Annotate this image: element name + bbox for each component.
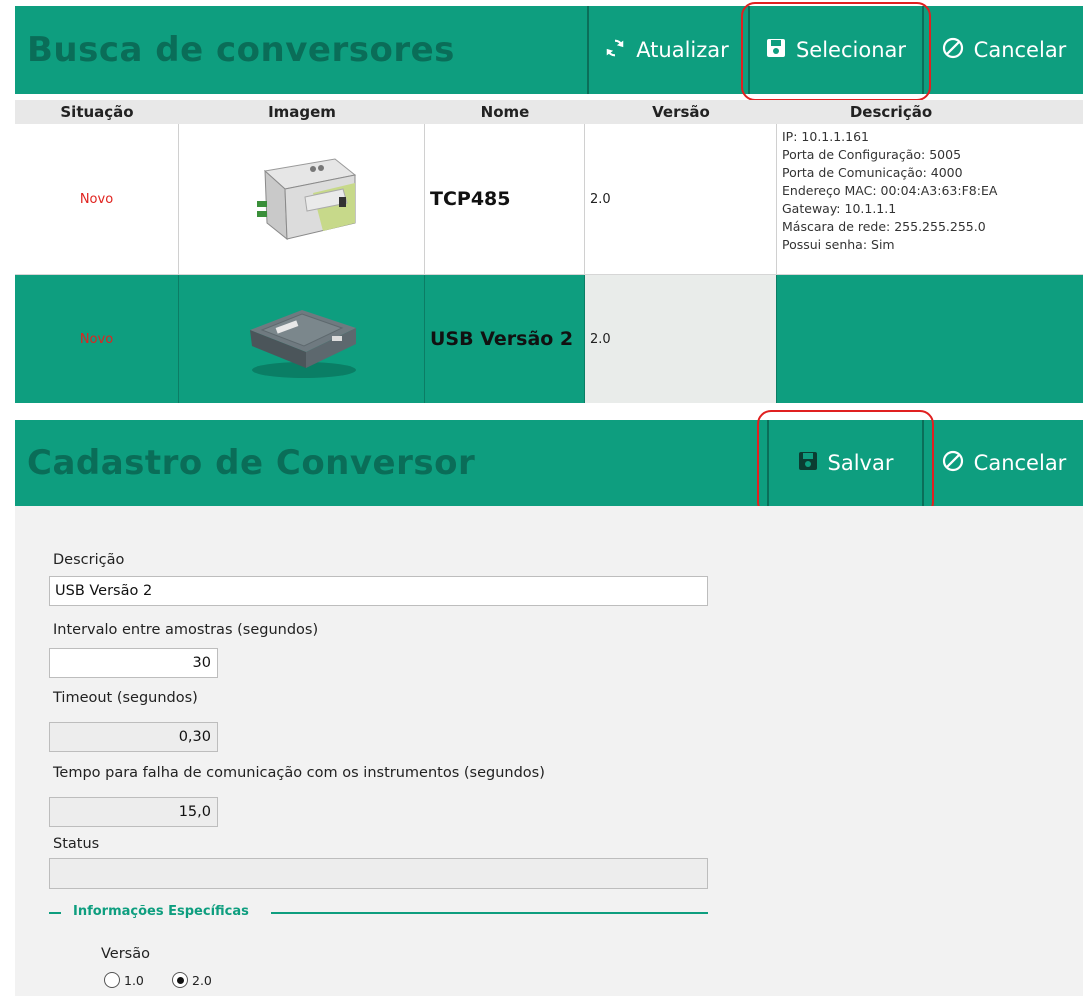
save-button[interactable]: Salvar: [767, 420, 924, 506]
select-label: Selecionar: [795, 38, 907, 62]
specific-info-legend: Informações Específicas: [73, 904, 249, 919]
converter-version: 2.0: [585, 124, 777, 274]
column-header[interactable]: Situação: [15, 100, 179, 124]
cancel-label: Cancelar: [973, 451, 1067, 475]
description-line: Endereço MAC: 00:04:A3:63:F8:EA: [782, 183, 998, 198]
radio-checked-icon: [172, 972, 188, 988]
version-label: Versão: [101, 946, 150, 962]
timeout-label: Timeout (segundos): [53, 690, 198, 706]
sample-interval-label: Intervalo entre amostras (segundos): [53, 622, 319, 638]
converter-image: [179, 124, 425, 274]
cancel-button[interactable]: Cancelar: [929, 6, 1079, 94]
select-button[interactable]: Selecionar: [748, 6, 924, 94]
refresh-button[interactable]: Atualizar: [587, 6, 744, 94]
description-line: Gateway: 10.1.1.1: [782, 201, 897, 216]
version-radio-2-0[interactable]: 2.0: [172, 972, 212, 988]
search-title: Busca de conversores: [27, 30, 455, 70]
tcp485-device-image: [256, 158, 356, 241]
converter-image: [179, 275, 425, 403]
description-input[interactable]: USB Versão 2: [49, 576, 708, 606]
radio-label: 2.0: [192, 972, 212, 988]
status-cell: Novo: [15, 275, 179, 403]
save-icon: [798, 451, 818, 476]
comm-failure-time-input: 15,0: [49, 797, 218, 827]
table-row-selected[interactable]: Novo USB Versão 2 2.0: [15, 275, 1083, 403]
status-input: [49, 858, 708, 889]
description-line: Porta de Configuração: 5005: [782, 147, 962, 162]
register-title: Cadastro de Conversor: [27, 443, 476, 483]
description-line: IP: 10.1.1.161: [782, 129, 869, 144]
save-icon: [766, 38, 786, 63]
sample-interval-input[interactable]: 30: [49, 648, 218, 678]
save-label: Salvar: [827, 451, 894, 475]
comm-failure-time-label: Tempo para falha de comunicação com os i…: [53, 765, 545, 781]
description-line: Porta de Comunicação: 4000: [782, 165, 963, 180]
cancel-icon: [942, 450, 964, 477]
register-form: Descrição USB Versão 2 Intervalo entre a…: [15, 506, 1083, 996]
column-header[interactable]: Versão: [585, 100, 777, 124]
converter-name: TCP485: [425, 124, 585, 274]
table-row[interactable]: Novo TCP485 2.0 IP: 10.1.1.161 Porta de …: [15, 124, 1083, 275]
usb-device-image: [249, 310, 356, 378]
register-header: Cadastro de Conversor Salvar Cancelar: [15, 420, 1083, 506]
cancel-button[interactable]: Cancelar: [929, 420, 1079, 506]
version-radio-1-0[interactable]: 1.0: [104, 972, 144, 988]
refresh-icon: [604, 37, 626, 64]
converter-description: [777, 275, 1083, 403]
refresh-label: Atualizar: [636, 38, 729, 62]
converter-name: USB Versão 2: [425, 275, 585, 403]
search-header: Busca de conversores Atualizar Seleciona…: [15, 6, 1083, 94]
converter-description: IP: 10.1.1.161 Porta de Configuração: 50…: [777, 124, 1083, 274]
table-header: Situação Imagem Nome Versão Descrição: [15, 100, 1083, 124]
status-label: Status: [53, 836, 100, 852]
status-cell: Novo: [15, 124, 179, 274]
description-label: Descrição: [53, 552, 125, 568]
description-line: Máscara de rede: 255.255.255.0: [782, 219, 986, 234]
timeout-input: 0,30: [49, 722, 218, 752]
radio-unchecked-icon: [104, 972, 120, 988]
description-line: Possui senha: Sim: [782, 237, 895, 252]
cancel-label: Cancelar: [973, 38, 1067, 62]
column-header[interactable]: Imagem: [179, 100, 425, 124]
cancel-icon: [942, 37, 964, 64]
converter-search-panel: Busca de conversores Atualizar Seleciona…: [0, 0, 1086, 410]
column-header[interactable]: Nome: [425, 100, 585, 124]
converter-version: 2.0: [585, 275, 777, 403]
column-header[interactable]: Descrição: [777, 100, 1005, 124]
radio-label: 1.0: [124, 972, 144, 988]
fieldset-line: [49, 912, 61, 914]
fieldset-line: [271, 912, 708, 914]
